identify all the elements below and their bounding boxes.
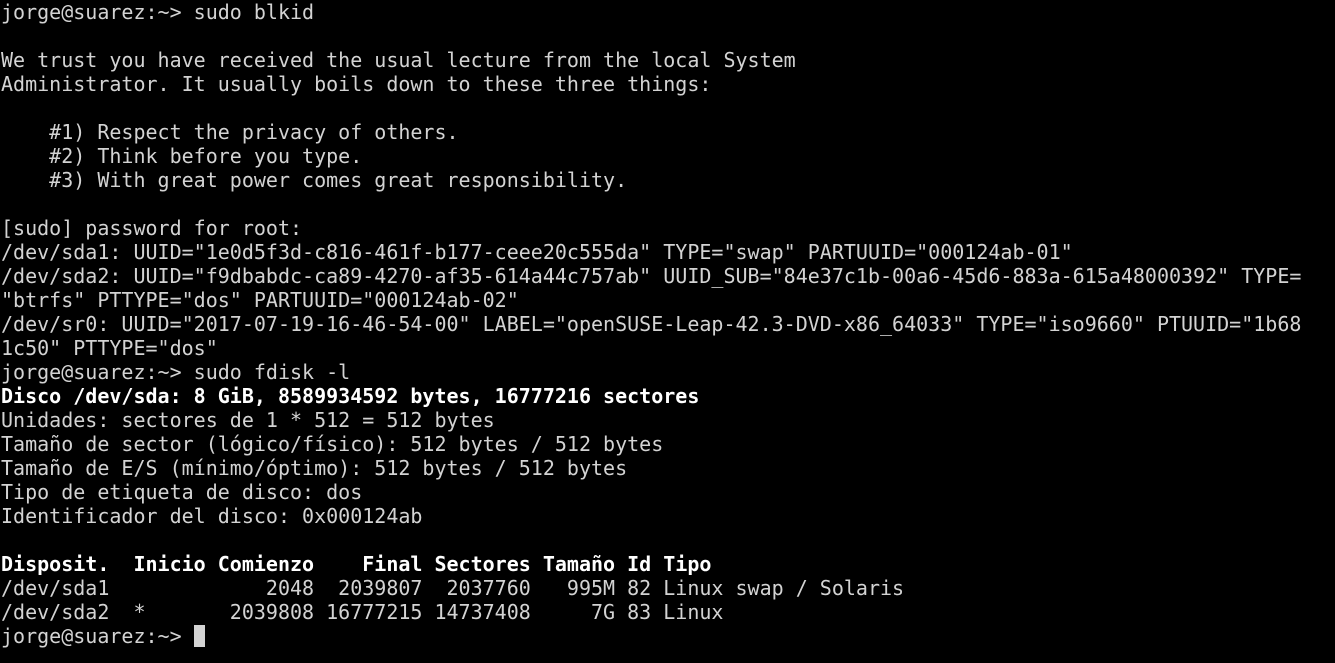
terminal-line-password-prompt: [sudo] password for root:: [1, 216, 303, 240]
partition-table-row: /dev/sda2 * 2039808 16777215 14737408 7G…: [1, 600, 724, 624]
terminal-line-blkid-sda1: /dev/sda1: UUID="1e0d5f3d-c816-461f-b177…: [1, 240, 1073, 264]
terminal-window[interactable]: jorge@suarez:~> sudo blkid We trust you …: [0, 0, 1335, 663]
terminal-line-blkid-sda2-cont: "btrfs" PTTYPE="dos" PARTUUID="000124ab-…: [1, 288, 519, 312]
terminal-line-units: Unidades: sectores de 1 * 512 = 512 byte…: [1, 408, 495, 432]
terminal-line-disk-identifier: Identificador del disco: 0x000124ab: [1, 504, 423, 528]
terminal-line-blkid-sr0: /dev/sr0: UUID="2017-07-19-16-46-54-00" …: [1, 312, 1302, 336]
terminal-line-blkid-sda2: /dev/sda2: UUID="f9dbabdc-ca89-4270-af35…: [1, 264, 1302, 288]
terminal-line-rule-1: #1) Respect the privacy of others.: [1, 120, 459, 144]
terminal-line-disk-header: Disco /dev/sda: 8 GiB, 8589934592 bytes,…: [1, 384, 700, 408]
text-cursor: [193, 625, 205, 647]
terminal-line-blkid-sr0-cont: 1c50" PTTYPE="dos": [1, 336, 218, 360]
partition-table-header: Disposit. Inicio Comienzo Final Sectores…: [1, 552, 712, 576]
partition-table-row: /dev/sda1 2048 2039807 2037760 995M 82 L…: [1, 576, 905, 600]
terminal-line-lecture-1: We trust you have received the usual lec…: [1, 48, 796, 72]
terminal-input-line[interactable]: jorge@suarez:~>: [1, 624, 1335, 648]
terminal-line-lecture-2: Administrator. It usually boils down to …: [1, 72, 712, 96]
terminal-line-sector-size: Tamaño de sector (lógico/físico): 512 by…: [1, 432, 664, 456]
terminal-line-rule-3: #3) With great power comes great respons…: [1, 168, 628, 192]
terminal-line-rule-2: #2) Think before you type.: [1, 144, 363, 168]
terminal-line-blkid-command: jorge@suarez:~> sudo blkid: [1, 0, 315, 24]
shell-prompt: jorge@suarez:~>: [1, 624, 194, 648]
terminal-line-fdisk-command: jorge@suarez:~> sudo fdisk -l: [1, 360, 351, 384]
terminal-line-io-size: Tamaño de E/S (mínimo/óptimo): 512 bytes…: [1, 456, 628, 480]
terminal-line-label-type: Tipo de etiqueta de disco: dos: [1, 480, 363, 504]
